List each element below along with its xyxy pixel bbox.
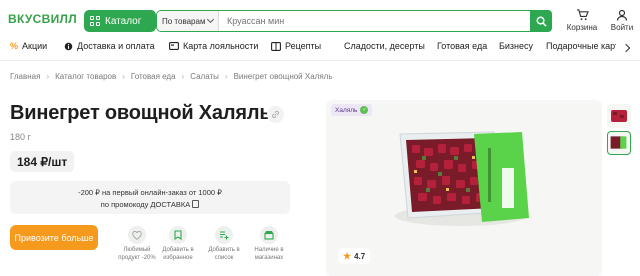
favorite-product-action[interactable]: Любимый продукт -20% bbox=[116, 226, 158, 262]
promo-text-line2-wrap: по промокоду ДОСТАВКА bbox=[10, 199, 290, 211]
thumbnail[interactable] bbox=[607, 104, 631, 128]
product-image[interactable]: Халяль ✓ ★ 4.7 bbox=[326, 100, 602, 276]
product-price: 184 ₽/шт bbox=[10, 151, 75, 172]
percent-icon: % bbox=[10, 41, 19, 51]
search-bar: По товарам bbox=[156, 10, 552, 32]
nav-item-ready-food[interactable]: Готовая еда bbox=[437, 41, 487, 51]
add-to-cart-button[interactable]: Привозите больше bbox=[10, 225, 98, 250]
action-label: Любимый продукт -20% bbox=[118, 247, 156, 261]
promo-banner: -200 ₽ на первый онлайн-заказ от 1000 ₽ … bbox=[10, 181, 290, 214]
page-title: Винегрет овощной Халяль bbox=[10, 102, 272, 124]
breadcrumb-item[interactable]: Готовая еда bbox=[131, 72, 176, 81]
thumbnail-image bbox=[610, 136, 627, 149]
breadcrumb-item[interactable]: Каталог товаров bbox=[55, 72, 116, 81]
login-button[interactable]: Войти bbox=[604, 9, 640, 32]
nav-item-label: Сладости, десерты bbox=[344, 41, 425, 51]
action-label: Добавить в избранное bbox=[162, 247, 194, 261]
cart-label: Корзина bbox=[566, 23, 598, 32]
cart-icon bbox=[576, 9, 589, 21]
header: ВКУСВИЛЛ Каталог По товарам Корзина Войт… bbox=[0, 0, 640, 38]
breadcrumb-item[interactable]: Салаты bbox=[190, 72, 219, 81]
nav-scroll-right-button[interactable] bbox=[616, 38, 636, 58]
search-input[interactable] bbox=[219, 11, 530, 31]
copy-icon[interactable] bbox=[192, 200, 200, 208]
grid-icon bbox=[90, 16, 100, 26]
list-add-icon bbox=[220, 231, 229, 240]
star-icon: ★ bbox=[343, 250, 352, 261]
book-icon bbox=[271, 41, 281, 51]
nav-item-label: Бизнесу bbox=[499, 41, 534, 51]
nav-item-business[interactable]: Бизнесу bbox=[499, 41, 533, 51]
nav-item-label: Подарочные карт bbox=[546, 41, 620, 51]
add-to-favorites-action[interactable]: Добавить в избранное bbox=[157, 226, 199, 262]
breadcrumb-separator: › bbox=[181, 72, 185, 81]
thumbnail-active[interactable] bbox=[607, 131, 631, 155]
divider bbox=[0, 60, 640, 61]
action-label: Добавить в список bbox=[208, 247, 240, 261]
search-scope-label: По товарам bbox=[162, 16, 206, 26]
heart-icon bbox=[132, 230, 142, 240]
nav-item-promotions[interactable]: % Акции bbox=[10, 41, 47, 51]
search-scope-select[interactable]: По товарам bbox=[157, 11, 219, 31]
action-label: Наличие в магазинах bbox=[254, 247, 284, 261]
breadcrumb-separator: › bbox=[122, 72, 125, 81]
nav-item-recipes[interactable]: Рецепты bbox=[271, 41, 321, 51]
thumbnail-image bbox=[611, 110, 627, 122]
user-icon bbox=[616, 9, 628, 21]
product-weight: 180 г bbox=[10, 132, 31, 142]
chevron-right-icon bbox=[621, 43, 631, 53]
halal-badge-label: Халяль bbox=[335, 106, 358, 114]
login-label: Войти bbox=[610, 23, 634, 32]
rating-badge[interactable]: ★ 4.7 bbox=[338, 248, 371, 264]
search-icon bbox=[536, 16, 547, 27]
nav-item-label: Доставка и оплата bbox=[77, 41, 155, 51]
halal-badge: Халяль ✓ bbox=[331, 104, 373, 116]
breadcrumb: Главная › Каталог товаров › Готовая еда … bbox=[10, 72, 333, 81]
promo-text-line2: по промокоду ДОСТАВКА bbox=[100, 200, 191, 209]
search-button[interactable] bbox=[530, 10, 552, 32]
nav-item-label: Карта лояльности bbox=[183, 41, 259, 51]
promo-text-line1: -200 ₽ на первый онлайн-заказ от 1000 ₽ bbox=[78, 188, 222, 197]
nav-item-delivery[interactable]: Доставка и оплата bbox=[64, 41, 155, 51]
share-button[interactable] bbox=[267, 106, 284, 123]
breadcrumb-separator: › bbox=[224, 72, 228, 81]
info-icon bbox=[64, 42, 73, 50]
breadcrumb-current: Винегрет овощной Халяль bbox=[233, 72, 333, 81]
bookmark-icon bbox=[174, 230, 182, 240]
nav-item-loyalty-card[interactable]: Карта лояльности bbox=[169, 41, 258, 51]
link-icon bbox=[272, 110, 279, 119]
cart-button[interactable]: Корзина bbox=[564, 9, 600, 32]
nav-item-label: Рецепты bbox=[285, 41, 322, 51]
catalog-button[interactable]: Каталог bbox=[84, 10, 156, 32]
nav-item-gift-cards[interactable]: Подарочные карт bbox=[546, 41, 619, 51]
chevron-down-icon bbox=[206, 15, 215, 24]
store-availability-action[interactable]: Наличие в магазинах bbox=[248, 226, 290, 262]
store-icon bbox=[264, 231, 274, 240]
add-to-list-action[interactable]: Добавить в список bbox=[203, 226, 245, 262]
catalog-button-label: Каталог bbox=[105, 15, 142, 27]
nav-item-label: Акции bbox=[22, 41, 48, 51]
card-icon bbox=[169, 42, 179, 50]
logo[interactable]: ВКУСВИЛЛ bbox=[8, 12, 77, 26]
breadcrumb-separator: › bbox=[46, 72, 50, 81]
breadcrumb-item[interactable]: Главная bbox=[10, 72, 40, 81]
nav-item-label: Готовая еда bbox=[437, 41, 488, 51]
category-nav: % Акции Доставка и оплата Карта лояльнос… bbox=[0, 38, 640, 58]
leaf-icon: ✓ bbox=[360, 106, 369, 114]
rating-value: 4.7 bbox=[354, 251, 366, 261]
nav-item-sweets[interactable]: Сладости, десерты bbox=[344, 41, 425, 51]
